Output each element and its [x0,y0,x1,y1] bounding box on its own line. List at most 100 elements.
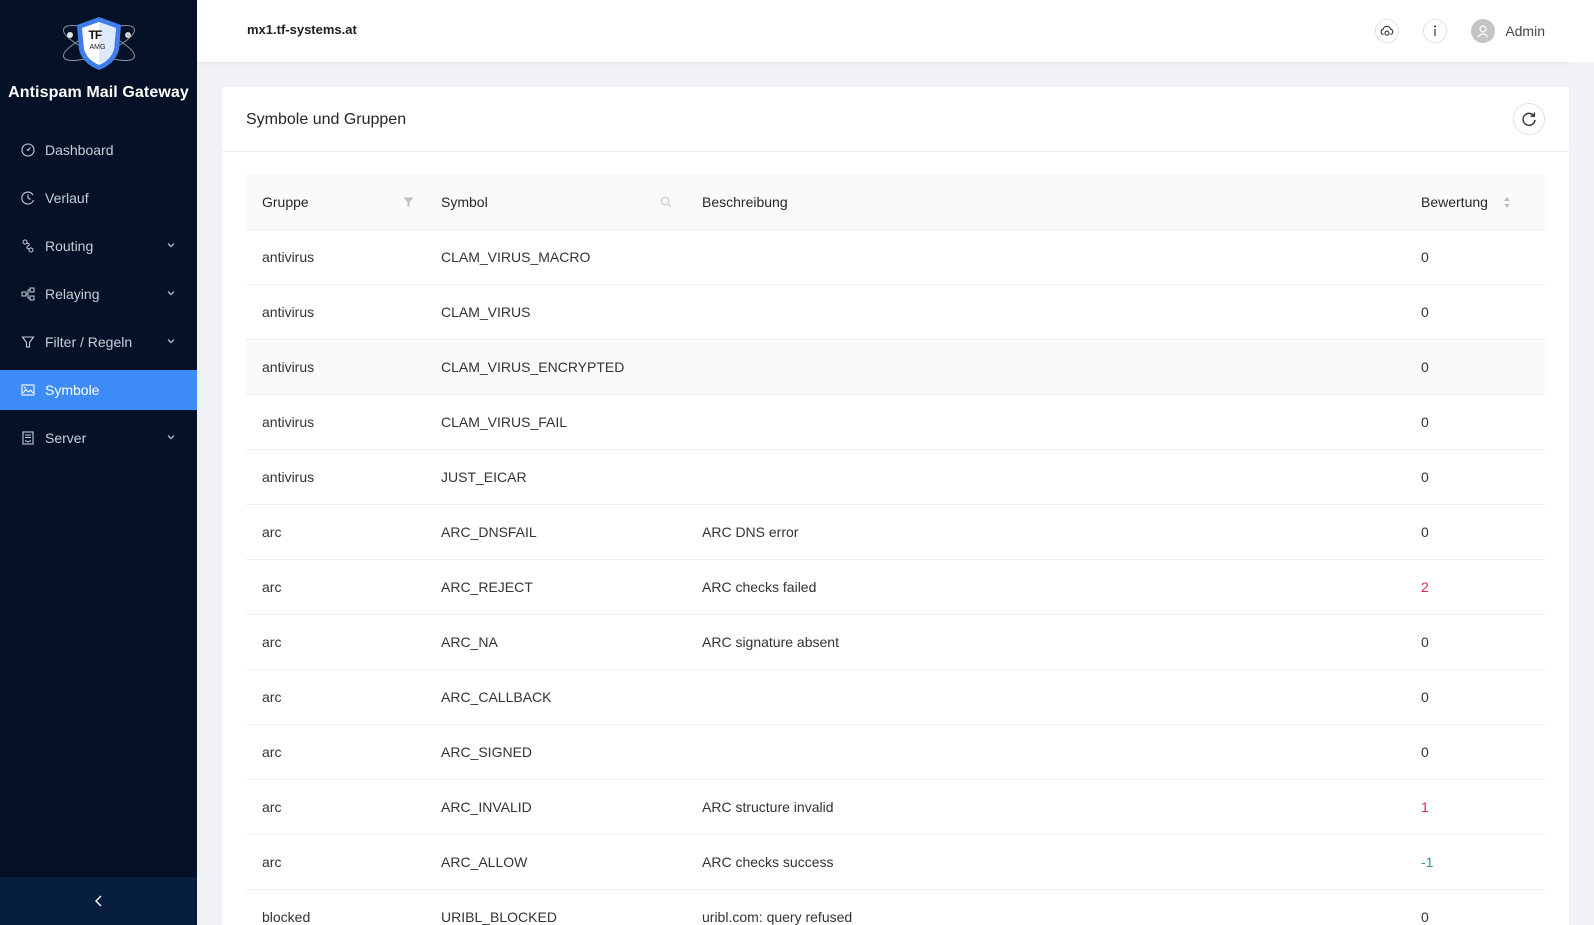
topbar: mx1.tf-systems.at Admin [197,0,1594,62]
cell-group: arc [262,689,282,705]
sidebar-item-label: Verlauf [45,190,89,206]
column-header-bewertung[interactable]: Bewertung [1421,194,1488,210]
cell-group: antivirus [262,304,315,320]
cell-score: -1 [1421,854,1434,870]
cell-symbol: CLAM_VIRUS [441,304,531,320]
image-icon [21,383,35,397]
column-header-beschreibung: Beschreibung [702,194,788,210]
column-header-gruppe[interactable]: Gruppe [262,194,309,210]
table-row[interactable]: arc ARC_SIGNED 0 [246,725,1545,780]
reload-button[interactable] [1513,103,1545,135]
cell-group: antivirus [262,469,315,485]
app-brand: Antispam Mail Gateway [8,84,189,101]
chevron-left-icon [94,895,101,907]
table-row[interactable]: antivirus CLAM_VIRUS_MACRO 0 [246,230,1545,285]
chevron-down-icon [167,243,175,248]
cell-score: 0 [1421,359,1429,375]
cell-symbol: ARC_DNSFAIL [441,524,537,540]
card-header: Symbole und Gruppen [222,87,1569,152]
relaying-icon [21,287,35,301]
cell-group: arc [262,524,282,540]
page-title: Symbole und Gruppen [246,111,407,128]
cell-symbol: CLAM_VIRUS_MACRO [441,249,591,265]
cell-symbol: JUST_EICAR [441,469,527,485]
sidebar-item-server[interactable]: Server [0,418,197,458]
cell-group: arc [262,799,282,815]
shield-logo-icon [62,17,135,70]
sidebar-item-dashboard[interactable]: Dashboard [0,130,197,170]
sidebar-item-symbole[interactable]: Symbole [0,370,197,410]
logo-subtext: AMG [89,44,106,51]
cell-description: ARC DNS error [702,524,799,540]
dashboard-icon [21,143,35,157]
cell-symbol: ARC_SIGNED [441,744,533,760]
table-row[interactable]: arc ARC_ALLOW ARC checks success -1 [246,835,1545,890]
filter-icon [21,335,35,349]
table-row[interactable]: arc ARC_CALLBACK 0 [246,670,1545,725]
sidebar: TF AMG Antispam Mail Gateway Dashboard V… [0,0,197,925]
table-row[interactable]: antivirus CLAM_VIRUS_FAIL 0 [246,395,1545,450]
table-row[interactable]: arc ARC_INVALID ARC structure invalid 1 [246,780,1545,835]
cell-score: 2 [1421,579,1429,595]
logo-text: TF [88,28,103,42]
hostname: mx1.tf-systems.at [247,22,357,37]
cell-group: arc [262,744,282,760]
table-header: Gruppe Symbol Beschreibung Bewertung [246,175,1545,230]
table-row[interactable]: arc ARC_NA ARC signature absent 0 [246,615,1545,670]
cell-score: 0 [1421,524,1429,540]
cell-group: arc [262,579,282,595]
table-row[interactable]: antivirus CLAM_VIRUS_ENCRYPTED 0 [246,340,1545,395]
chevron-down-icon [167,339,175,344]
search-icon[interactable] [660,196,672,208]
routing-icon [21,239,35,253]
cloud-sync-button[interactable] [1375,19,1399,43]
table-row[interactable]: arc ARC_DNSFAIL ARC DNS error 0 [246,505,1545,560]
table-row[interactable]: arc ARC_REJECT ARC checks failed 2 [246,560,1545,615]
cell-score: 0 [1421,304,1429,320]
cloud-sync-icon [1380,25,1394,36]
user-avatar[interactable] [1471,19,1495,43]
reload-icon [1522,112,1536,126]
cell-group: antivirus [262,249,315,265]
collapse-sidebar-button[interactable] [0,877,197,925]
table-row[interactable]: blocked URIBL_BLOCKED uribl.com: query ref… [246,890,1545,925]
cell-description: uribl.com: query refused [702,909,853,925]
sidebar-item-routing[interactable]: Routing [0,226,197,266]
cell-description: ARC checks failed [702,579,817,595]
history-icon [21,191,35,205]
cell-score: 0 [1421,414,1429,430]
user-avatar-icon [1477,25,1489,38]
brand-area: TF AMG Antispam Mail Gateway [0,0,197,130]
table-row[interactable]: antivirus CLAM_VIRUS 0 [246,285,1545,340]
info-icon [1434,25,1436,36]
sidebar-item-label: Server [45,430,87,446]
sidebar-item-relaying[interactable]: Relaying [0,274,197,314]
cell-symbol: ARC_CALLBACK [441,689,552,705]
sidebar-item-label: Routing [45,238,94,254]
cell-description: ARC structure invalid [702,799,834,815]
symbols-card: Symbole und Gruppen Gruppe Symbol Beschr… [222,87,1569,925]
cell-group: blocked [262,909,311,925]
content-gutter [1569,62,1594,925]
sidebar-item-verlauf[interactable]: Verlauf [0,178,197,218]
table-body: antivirus CLAM_VIRUS_MACRO 0 antivirus CLAM_… [246,230,1545,925]
user-name[interactable]: Admin [1505,23,1545,39]
cell-score: 0 [1421,909,1429,925]
cell-score: 0 [1421,744,1429,760]
symbols-table: Gruppe Symbol Beschreibung Bewertung ant… [246,175,1545,925]
info-button[interactable] [1423,19,1447,43]
cell-score: 0 [1421,634,1429,650]
column-header-symbol[interactable]: Symbol [441,194,488,210]
logo[interactable]: TF AMG [57,14,141,72]
cell-group: arc [262,854,282,870]
sidebar-menu: Dashboard Verlauf Routing Relaying Filte… [0,130,197,458]
cell-group: antivirus [262,359,315,375]
cell-description: ARC checks success [702,854,834,870]
filter-icon[interactable] [403,197,414,207]
sidebar-item-label: Dashboard [45,142,114,158]
sidebar-item-filter-regeln[interactable]: Filter / Regeln [0,322,197,362]
cell-group: antivirus [262,414,315,430]
table-row[interactable]: antivirus JUST_EICAR 0 [246,450,1545,505]
sort-icon[interactable] [1503,196,1511,209]
cell-symbol: CLAM_VIRUS_ENCRYPTED [441,359,625,375]
